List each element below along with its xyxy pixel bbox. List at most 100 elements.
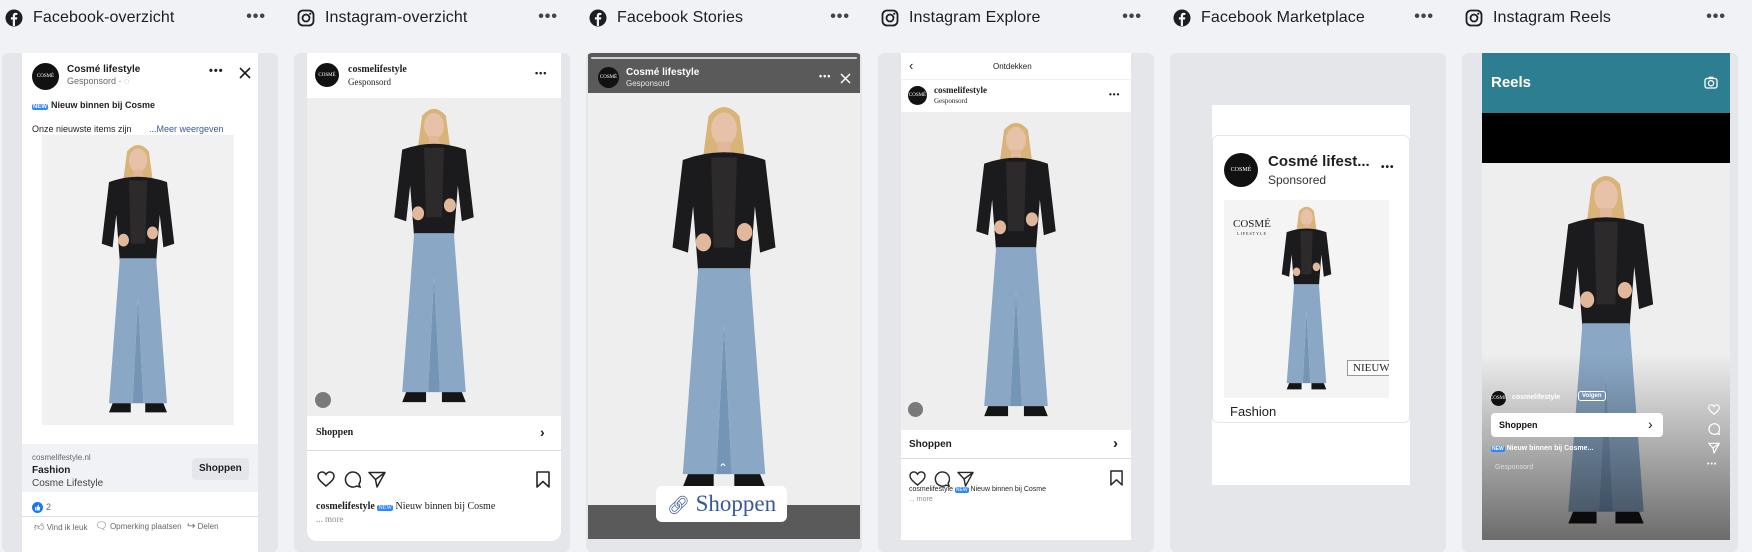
placement-title: Instagram-overzicht xyxy=(325,9,468,26)
more-options-icon[interactable]: ••• xyxy=(1414,8,1434,26)
preview-panel: COSMÉ Cosmé lifestyle Gesponsord ••• ⌃ 🔗… xyxy=(586,53,862,552)
avatar: COSMÉ xyxy=(32,63,59,90)
instagram-icon xyxy=(296,8,316,28)
more-link[interactable]: ... more xyxy=(909,496,933,503)
chevron-right-icon[interactable]: › xyxy=(1113,435,1118,452)
avatar: COSMÉ xyxy=(315,63,339,87)
placement-title: Facebook-overzicht xyxy=(33,9,175,26)
instagram-explore-post: ‹ Ontdekken COSMÉ cosmelifestyle Gespons… xyxy=(901,53,1131,540)
heart-icon[interactable] xyxy=(909,471,926,486)
sponsored-label: Gesponsord xyxy=(626,79,670,88)
ad-image[interactable] xyxy=(901,112,1131,430)
comment-icon: 🗨︎ xyxy=(95,521,108,532)
divider xyxy=(901,79,1131,80)
username[interactable]: cosmelifestyle xyxy=(348,64,407,75)
more-options-icon[interactable]: ••• xyxy=(1381,162,1395,173)
instagram-icon xyxy=(880,8,900,28)
page-name[interactable]: Cosmé lifest... xyxy=(1268,153,1370,170)
more-options-icon[interactable]: ••• xyxy=(1109,90,1120,99)
ad-image[interactable] xyxy=(42,135,234,425)
link-domain: cosmelifestyle.nl xyxy=(32,453,91,462)
placement-title: Facebook Stories xyxy=(617,9,744,26)
share-button[interactable]: ↪ Delen xyxy=(187,521,219,532)
preview-panel: Reels COSMÉ cosmelifestyle Volgen Shoppe… xyxy=(1462,53,1738,552)
like-reaction-icon xyxy=(32,502,43,513)
comment-icon[interactable] xyxy=(344,471,361,488)
facebook-feed-post: COSMÉ Cosmé lifestyle Gesponsord · ◌ •••… xyxy=(22,53,258,552)
reels-title: Reels xyxy=(1491,74,1532,91)
brand-logo-sub: LIFESTYLE xyxy=(1237,231,1267,236)
placement-header: Facebook Marketplace ••• xyxy=(1170,0,1446,36)
heart-icon[interactable] xyxy=(1708,404,1720,415)
shop-now-button[interactable]: 🔗︎ Shoppen xyxy=(656,486,788,522)
caption: cosmelifestyle NEW Nieuw binnen bij Cosm… xyxy=(316,501,496,512)
post-body: Onze nieuwste items zijn xyxy=(32,124,132,134)
follow-button[interactable]: Volgen xyxy=(1578,391,1606,401)
page-name[interactable]: Cosmé lifestyle xyxy=(67,64,140,75)
more-options-icon[interactable]: ••• xyxy=(538,8,558,26)
comment-icon[interactable] xyxy=(1708,423,1720,435)
shop-now-button[interactable]: Shoppen xyxy=(909,439,952,450)
more-link[interactable]: ... more xyxy=(316,514,344,524)
placement-title: Facebook Marketplace xyxy=(1201,9,1365,26)
more-options-icon[interactable]: ••• xyxy=(535,68,547,78)
like-button[interactable]: 👍︎ Vind ik leuk xyxy=(34,521,87,533)
marketplace-card[interactable]: COSMÉ Cosmé lifest... Sponsored ••• COSM… xyxy=(1212,135,1410,423)
more-options-icon[interactable]: ••• xyxy=(830,8,850,26)
shopping-bag-icon[interactable] xyxy=(908,402,923,417)
placement-header: Instagram Reels ••• xyxy=(1462,0,1738,36)
send-icon[interactable] xyxy=(1708,442,1720,454)
heart-icon[interactable] xyxy=(317,471,335,487)
shop-now-button[interactable]: Shoppen › xyxy=(1491,413,1663,437)
bookmark-icon[interactable] xyxy=(536,471,550,488)
link-title: Fashion xyxy=(32,465,71,476)
link-preview[interactable]: cosmelifestyle.nl Fashion Cosme Lifestyl… xyxy=(22,444,258,492)
ad-image[interactable] xyxy=(588,93,860,505)
preview-panel: COSMÉ Cosmé lifestyle Gesponsord · ◌ •••… xyxy=(2,53,278,552)
bookmark-icon[interactable] xyxy=(1110,470,1123,486)
username[interactable]: cosmelifestyle xyxy=(1512,394,1560,401)
facebook-icon xyxy=(588,8,608,28)
see-more-link[interactable]: ...Meer weergeven xyxy=(149,124,224,134)
comment-button[interactable]: 🗨︎ Opmerking plaatsen xyxy=(95,521,182,532)
link-description: Cosme Lifestyle xyxy=(32,478,104,489)
page-name[interactable]: Cosmé lifestyle xyxy=(626,67,699,78)
send-icon[interactable] xyxy=(957,471,974,487)
share-icon: ↪ xyxy=(187,521,196,532)
more-options-icon[interactable]: ••• xyxy=(246,8,266,26)
avatar: COSMÉ xyxy=(1490,391,1507,406)
ad-image[interactable]: COSMÉ LIFESTYLE NIEUW xyxy=(1224,200,1389,398)
more-options-icon[interactable]: ••• xyxy=(1706,8,1726,26)
comment-icon[interactable] xyxy=(934,471,950,487)
close-icon[interactable] xyxy=(239,67,251,79)
sponsored-label: Sponsored xyxy=(1268,173,1327,187)
marketplace-frame: COSMÉ Cosmé lifest... Sponsored ••• COSM… xyxy=(1212,105,1410,485)
send-icon[interactable] xyxy=(368,471,386,488)
shop-now-label: Shoppen xyxy=(1499,420,1538,430)
instagram-feed-post: COSMÉ cosmelifestyle Gesponsord ••• Shop… xyxy=(307,53,561,541)
shop-now-button[interactable]: Shoppen xyxy=(192,458,249,480)
avatar: COSMÉ xyxy=(908,86,927,105)
new-badge-icon: NEW xyxy=(1491,446,1505,452)
ad-image[interactable] xyxy=(307,98,561,416)
more-options-icon[interactable]: ••• xyxy=(1122,8,1142,26)
shopping-bag-icon[interactable] xyxy=(315,392,331,408)
more-options-icon[interactable]: ••• xyxy=(209,65,224,77)
facebook-icon xyxy=(4,8,24,28)
preview-panel: ‹ Ontdekken COSMÉ cosmelifestyle Gespons… xyxy=(878,53,1154,552)
new-sticker: NIEUW xyxy=(1347,360,1389,376)
new-badge-icon: NEW xyxy=(32,104,48,110)
placement-header: Instagram Explore ••• xyxy=(878,0,1154,36)
placement-instagram-feed: Instagram-overzicht ••• COSMÉ cosmelifes… xyxy=(294,0,570,552)
page-header: Ontdekken xyxy=(993,62,1032,71)
sponsored-label: Gesponsord xyxy=(348,77,391,87)
placement-header: Facebook-overzicht ••• xyxy=(2,0,278,36)
shop-now-button[interactable]: Shoppen xyxy=(316,427,353,438)
more-options-icon[interactable]: ••• xyxy=(819,71,831,81)
camera-icon[interactable] xyxy=(1704,76,1718,89)
chevron-right-icon[interactable]: › xyxy=(540,424,545,440)
username[interactable]: cosmelifestyle xyxy=(934,85,987,95)
back-arrow-icon[interactable]: ‹ xyxy=(909,58,913,73)
more-options-icon[interactable]: ••• xyxy=(1707,461,1717,468)
close-icon[interactable] xyxy=(840,73,851,84)
